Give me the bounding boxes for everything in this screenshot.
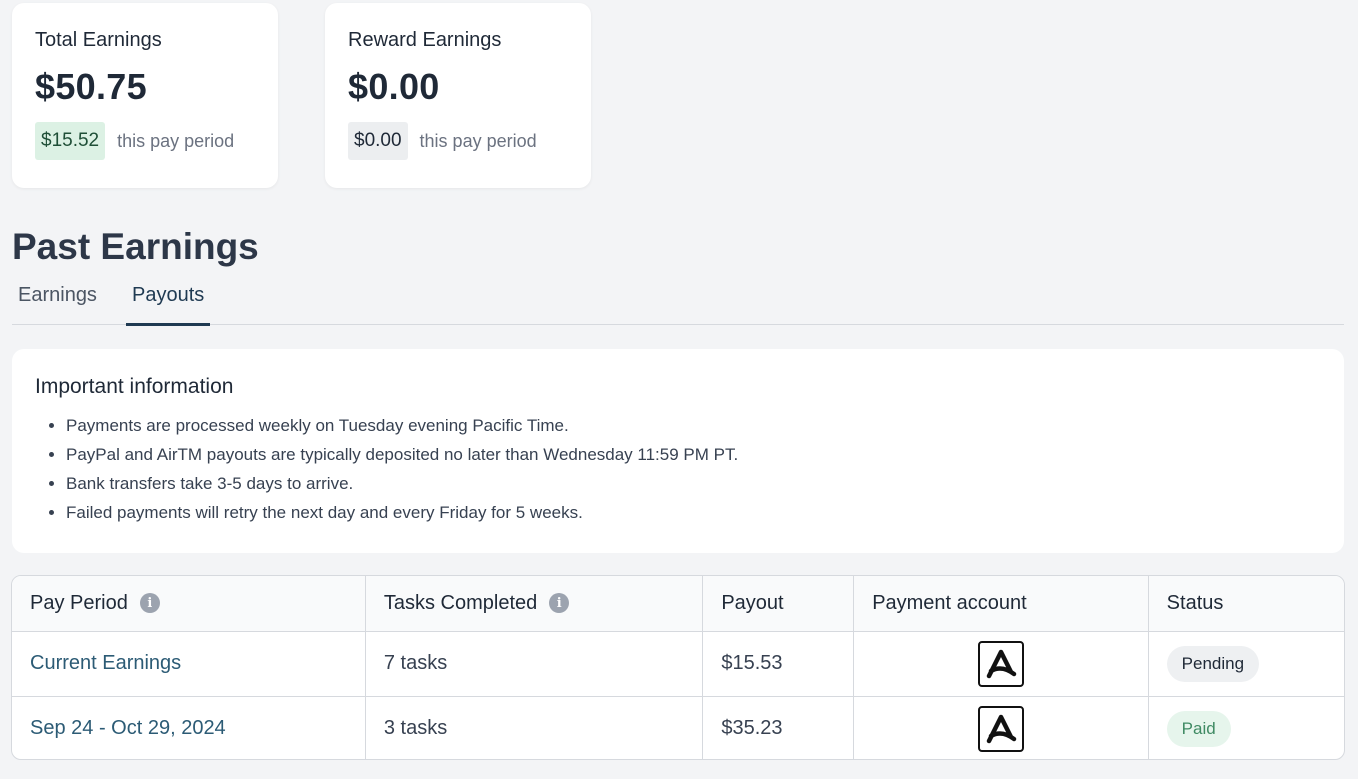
tab-bar: Earnings Payouts bbox=[12, 280, 1344, 326]
airtm-logo-icon bbox=[977, 705, 1024, 752]
info-icon[interactable]: i bbox=[549, 593, 570, 614]
earnings-page: Total Earnings $50.75 $15.52 this pay pe… bbox=[0, 0, 1358, 779]
reward-period-row: $0.00 this pay period bbox=[348, 122, 568, 160]
reward-earnings-title: Reward Earnings bbox=[348, 29, 502, 51]
header-pay-period-label: Pay Period bbox=[30, 591, 128, 614]
active-tab-indicator bbox=[126, 323, 210, 326]
info-icon[interactable]: i bbox=[139, 593, 160, 614]
header-payout: Payout bbox=[702, 576, 855, 632]
payouts-table: Pay Period i Tasks Completed i Payout Pa… bbox=[11, 575, 1345, 760]
total-earnings-card: Total Earnings $50.75 $15.52 this pay pe… bbox=[12, 3, 278, 188]
total-period-amount: $15.52 bbox=[35, 122, 106, 160]
reward-period-amount: $0.00 bbox=[348, 122, 408, 160]
total-period-row: $15.52 this pay period bbox=[35, 122, 255, 160]
header-status: Status bbox=[1148, 576, 1344, 632]
page-title: Past Earnings bbox=[12, 226, 259, 267]
tasks-cell: 7 tasks bbox=[365, 631, 704, 697]
pay-period-link[interactable]: Current Earnings bbox=[30, 652, 181, 674]
table-row: Sep 24 - Oct 29, 2024 3 tasks $35.23 Pai… bbox=[12, 696, 1344, 759]
table-header-row: Pay Period i Tasks Completed i Payout Pa… bbox=[12, 576, 1344, 632]
tab-earnings[interactable]: Earnings bbox=[18, 284, 97, 307]
status-badge: Pending bbox=[1166, 645, 1260, 682]
pay-period-cell: Current Earnings bbox=[12, 631, 366, 697]
important-info-box: Important information Payments are proce… bbox=[12, 349, 1344, 553]
airtm-logo-icon bbox=[977, 640, 1024, 687]
header-pay-period: Pay Period i bbox=[12, 576, 366, 632]
payment-account-cell bbox=[853, 631, 1149, 697]
reward-earnings-amount: $0.00 bbox=[348, 66, 440, 107]
info-title: Important information bbox=[35, 375, 234, 398]
payout-cell: $15.53 bbox=[702, 631, 855, 697]
info-list: Payments are processed weekly on Tuesday… bbox=[35, 411, 1321, 527]
payout-cell: $35.23 bbox=[702, 696, 855, 759]
status-badge: Paid bbox=[1166, 710, 1231, 747]
payment-account-cell bbox=[853, 696, 1149, 759]
info-item: PayPal and AirTM payouts are typically d… bbox=[66, 440, 1321, 469]
info-item: Payments are processed weekly on Tuesday… bbox=[66, 411, 1321, 440]
tab-payouts[interactable]: Payouts bbox=[132, 284, 204, 307]
info-item: Bank transfers take 3-5 days to arrive. bbox=[66, 469, 1321, 498]
total-earnings-amount: $50.75 bbox=[35, 66, 147, 107]
reward-earnings-card: Reward Earnings $0.00 $0.00 this pay per… bbox=[325, 3, 591, 188]
header-tasks-completed: Tasks Completed i bbox=[365, 576, 704, 632]
info-item: Failed payments will retry the next day … bbox=[66, 498, 1321, 527]
pay-period-link[interactable]: Sep 24 - Oct 29, 2024 bbox=[30, 717, 226, 739]
pay-period-cell: Sep 24 - Oct 29, 2024 bbox=[12, 696, 366, 759]
reward-period-label: this pay period bbox=[419, 130, 537, 151]
status-cell: Paid bbox=[1148, 696, 1344, 759]
total-earnings-title: Total Earnings bbox=[35, 29, 162, 51]
tasks-cell: 3 tasks bbox=[365, 696, 704, 759]
table-row: Current Earnings 7 tasks $15.53 Pending bbox=[12, 631, 1344, 697]
total-period-label: this pay period bbox=[117, 130, 235, 151]
status-cell: Pending bbox=[1148, 631, 1344, 697]
header-payment-account: Payment account bbox=[853, 576, 1149, 632]
header-tasks-label: Tasks Completed bbox=[383, 591, 538, 614]
